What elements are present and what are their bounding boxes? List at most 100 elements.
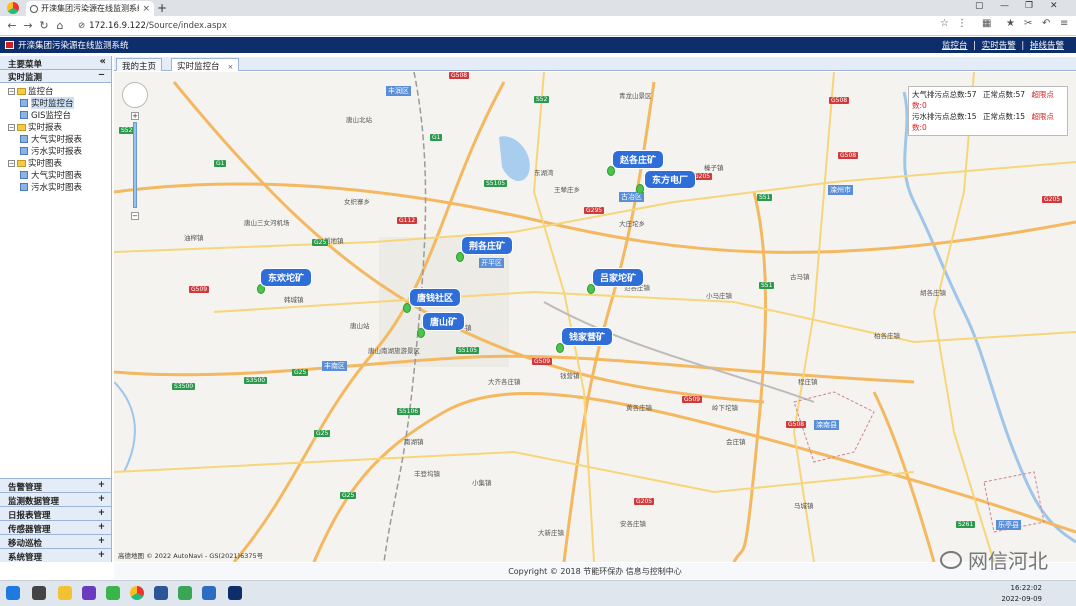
- expand-icon[interactable]: +: [98, 550, 105, 560]
- site-marker[interactable]: 吕家坨矿: [592, 268, 645, 287]
- section-realtime-monitor[interactable]: 实时监测 −: [0, 70, 111, 83]
- expand-icon[interactable]: +: [98, 508, 105, 518]
- watermark-text: 网信河北: [968, 549, 1048, 573]
- road-shield: G509: [532, 358, 553, 365]
- tree-item[interactable]: 大气实时图表: [0, 169, 111, 181]
- expand-icon[interactable]: +: [98, 536, 105, 546]
- place-label: 唐山三女河机场: [244, 219, 290, 227]
- tree-toggle-icon[interactable]: −: [8, 123, 15, 131]
- wechat-taskbar-icon[interactable]: [178, 586, 192, 600]
- favorites-icon[interactable]: ★: [1006, 18, 1015, 29]
- taskbar-clock[interactable]: 16:22:02 2022-09-09: [1001, 583, 1042, 605]
- menu-icon[interactable]: ≡: [1060, 18, 1068, 29]
- more-icon[interactable]: ⋮: [957, 18, 967, 29]
- tree-item[interactable]: GIS监控台: [0, 109, 111, 121]
- road-shield: G25: [312, 239, 329, 246]
- visual-studio-icon[interactable]: [82, 586, 96, 600]
- app-icon[interactable]: [106, 586, 120, 600]
- sidebar-menu-item[interactable]: 移动巡检 +: [0, 534, 111, 549]
- extensions-icon[interactable]: ▦: [982, 18, 991, 29]
- maximize-icon[interactable]: ❐: [1025, 1, 1033, 11]
- tree-item[interactable]: − 实时报表: [0, 121, 111, 133]
- tree-toggle-icon[interactable]: −: [8, 159, 15, 167]
- place-label: 程庄镇: [798, 378, 818, 386]
- browser-taskbar-icon[interactable]: [130, 586, 144, 600]
- map-view[interactable]: 丰润区 古冶区 开平区 丰南区 滦州市 滦南县 乐亭县 唐山北站 唐山三女河机场…: [114, 72, 1076, 562]
- district-label: 滦南县: [814, 420, 839, 430]
- tree-item-label: GIS监控台: [31, 111, 71, 121]
- road-shield: G509: [189, 286, 210, 293]
- tree-toggle-icon[interactable]: −: [8, 87, 15, 95]
- sidebar-menu-item[interactable]: 传感器管理 +: [0, 520, 111, 535]
- sidebar-menu-item[interactable]: 系统管理 +: [0, 548, 111, 563]
- photoshop-icon[interactable]: [228, 586, 242, 600]
- air-total: 大气排污点总数:57: [912, 90, 977, 99]
- road-shield: G205: [1042, 196, 1063, 203]
- word-icon[interactable]: [154, 586, 168, 600]
- air-summary-row: 大气排污点总数:57 正常点数:57 超限点数:0: [912, 89, 1064, 111]
- back-icon[interactable]: ←: [4, 19, 20, 32]
- site-info-icon[interactable]: ⊘: [78, 21, 85, 31]
- offline-alarm-link[interactable]: 掉线告警: [1030, 41, 1064, 51]
- task-view-icon[interactable]: [32, 586, 46, 600]
- section-toggle-icon[interactable]: −: [98, 70, 105, 80]
- expand-icon[interactable]: +: [98, 480, 105, 490]
- close-window-icon[interactable]: ✕: [1050, 1, 1058, 11]
- browser-logo-icon[interactable]: [7, 2, 19, 14]
- tree-item[interactable]: − 监控台: [0, 85, 111, 97]
- road-shield: S5106: [397, 408, 421, 415]
- site-marker[interactable]: 赵各庄矿: [612, 150, 665, 169]
- tree-item[interactable]: 大气实时报表: [0, 133, 111, 145]
- pollution-summary-box: 大气排污点总数:57 正常点数:57 超限点数:0 污水排污点总数:15 正常点…: [908, 86, 1068, 136]
- site-marker[interactable]: 唐钱社区: [409, 288, 462, 307]
- home-icon[interactable]: ⌂: [52, 19, 68, 32]
- site-dot[interactable]: [636, 184, 644, 194]
- zoom-in-button[interactable]: +: [131, 112, 139, 120]
- site-marker[interactable]: 荆各庄矿: [461, 236, 514, 255]
- expand-icon[interactable]: +: [98, 522, 105, 532]
- place-label: 小集镇: [472, 479, 492, 487]
- sidebar-menu-item[interactable]: 日报表管理 +: [0, 506, 111, 521]
- site-marker[interactable]: 钱家营矿: [561, 327, 614, 346]
- place-label: 南湖镇: [404, 438, 424, 446]
- site-marker[interactable]: 唐山矿: [422, 312, 466, 331]
- tab-search-icon[interactable]: ▢: [975, 1, 984, 11]
- tree-item[interactable]: − 实时图表: [0, 157, 111, 169]
- tab-active-label: 实时监控台: [177, 62, 220, 72]
- app2-icon[interactable]: [202, 586, 216, 600]
- realtime-alarm-link[interactable]: 实时告警: [982, 41, 1016, 51]
- site-marker[interactable]: 东欢坨矿: [260, 268, 313, 287]
- undo-icon[interactable]: ↶: [1042, 18, 1050, 29]
- url-field[interactable]: ⊘ 172.16.9.122/Source/index.aspx: [78, 21, 227, 31]
- tree-item[interactable]: 污水实时报表: [0, 145, 111, 157]
- sidebar-menu-item[interactable]: 监测数据管理 +: [0, 492, 111, 507]
- sidebar-menu-label: 系统管理: [8, 553, 43, 563]
- collections-icon[interactable]: ✂: [1024, 18, 1032, 29]
- road-shield: S52: [534, 96, 550, 103]
- bookmark-star-icon[interactable]: ☆: [940, 18, 949, 29]
- site-marker[interactable]: 东方电厂: [644, 170, 697, 189]
- minimize-icon[interactable]: —: [1000, 1, 1009, 11]
- clock-time: 16:22:02: [1010, 584, 1042, 592]
- zoom-out-button[interactable]: −: [131, 212, 139, 220]
- expand-icon[interactable]: +: [98, 494, 105, 504]
- close-tab-icon[interactable]: ×: [228, 63, 234, 71]
- zoom-slider[interactable]: [133, 122, 137, 208]
- forward-icon[interactable]: →: [20, 19, 36, 32]
- tree-item[interactable]: 实时监控台: [0, 97, 111, 109]
- close-tab-icon[interactable]: ×: [142, 4, 150, 14]
- road-shield: S5105: [456, 347, 480, 354]
- sidebar-menu-item[interactable]: 告警管理 +: [0, 478, 111, 493]
- tree-item[interactable]: 污水实时图表: [0, 181, 111, 193]
- tab-home[interactable]: 我的主页: [116, 58, 163, 72]
- file-explorer-icon[interactable]: [58, 586, 72, 600]
- start-icon[interactable]: [6, 586, 20, 600]
- map-pan-control[interactable]: [122, 82, 148, 108]
- browser-tab[interactable]: 开滦集团污染源在线监测系统 ×: [26, 1, 154, 16]
- road-shield: G205: [634, 498, 655, 505]
- new-tab-button[interactable]: +: [157, 1, 167, 15]
- collapse-sidebar-icon[interactable]: «: [100, 56, 106, 67]
- reload-icon[interactable]: ↻: [36, 19, 52, 32]
- monitor-link[interactable]: 监控台: [942, 41, 968, 51]
- tab-realtime-monitor[interactable]: 实时监控台 ×: [171, 58, 240, 72]
